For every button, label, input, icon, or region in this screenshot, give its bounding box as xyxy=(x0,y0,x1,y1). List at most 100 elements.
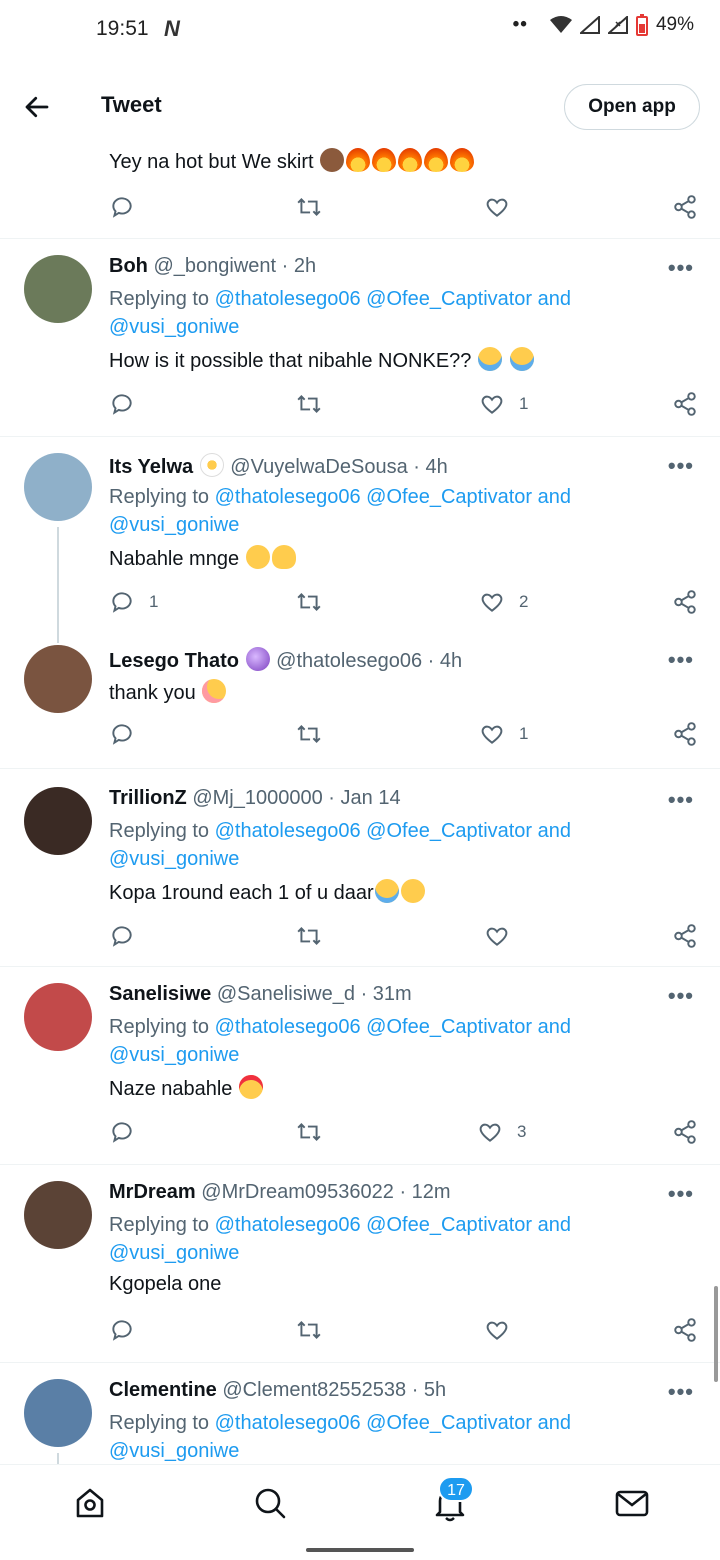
avatar[interactable] xyxy=(24,453,92,521)
mention-link[interactable]: @vusi_goniwe xyxy=(109,316,239,338)
user-name[interactable]: TrillionZ xyxy=(109,787,187,809)
more-options-button[interactable]: ••• xyxy=(668,787,694,813)
avatar[interactable] xyxy=(24,1181,92,1249)
user-handle[interactable]: @VuyelwaDeSousa xyxy=(230,456,407,478)
mention-link[interactable]: @Ofee_Captivator xyxy=(366,1016,532,1038)
more-options-button[interactable]: ••• xyxy=(668,1379,694,1405)
mention-link[interactable]: @vusi_goniwe xyxy=(109,1242,239,1264)
user-name[interactable]: Boh xyxy=(109,255,148,277)
user-name[interactable]: MrDream xyxy=(109,1181,196,1203)
reply-tweet[interactable]: Boh @_bongiwent · 2h ••• Replying to @th… xyxy=(0,239,720,437)
retweet-button[interactable] xyxy=(296,923,322,949)
share-button[interactable] xyxy=(672,923,698,949)
like-button[interactable] xyxy=(484,923,510,949)
user-handle[interactable]: @thatolesego06 xyxy=(276,650,422,672)
like-button[interactable]: 3 xyxy=(477,1119,526,1145)
share-button[interactable] xyxy=(672,1119,698,1145)
retweet-button[interactable] xyxy=(296,194,322,220)
avatar[interactable] xyxy=(24,645,92,713)
reply-icon xyxy=(112,394,132,415)
search-icon[interactable] xyxy=(250,1483,290,1523)
share-button[interactable] xyxy=(672,721,698,747)
retweet-button[interactable] xyxy=(296,1119,322,1145)
user-handle[interactable]: @Mj_1000000 xyxy=(192,787,322,809)
mention-link[interactable]: @thatolesego06 xyxy=(215,1016,361,1038)
mention-link[interactable]: @Ofee_Captivator xyxy=(366,486,532,508)
mention-link[interactable]: @thatolesego06 xyxy=(215,288,361,310)
replying-to: Replying to @thatolesego06 @Ofee_Captiva… xyxy=(109,288,572,338)
reply-tweet[interactable]: Sanelisiwe @Sanelisiwe_d · 31m ••• Reply… xyxy=(0,967,720,1165)
share-button[interactable] xyxy=(672,1317,698,1343)
avatar[interactable] xyxy=(24,255,92,323)
mention-link[interactable]: @vusi_goniwe xyxy=(109,514,239,536)
mention-link[interactable]: @Ofee_Captivator xyxy=(366,820,532,842)
user-handle[interactable]: @MrDream09536022 xyxy=(201,1181,394,1203)
mention-link[interactable]: @Ofee_Captivator xyxy=(366,288,532,310)
user-handle[interactable]: @Clement82552538 xyxy=(222,1379,406,1401)
reply-button[interactable] xyxy=(109,923,135,949)
like-button[interactable]: 1 xyxy=(479,391,528,417)
mention-link[interactable]: @thatolesego06 xyxy=(215,486,361,508)
user-name[interactable]: Its Yelwa xyxy=(109,456,193,478)
reply-tweet[interactable]: TrillionZ @Mj_1000000 · Jan 14 ••• Reply… xyxy=(0,769,720,967)
mention-link[interactable]: @vusi_goniwe xyxy=(109,848,239,870)
retweet-button[interactable] xyxy=(296,391,322,417)
avatar[interactable] xyxy=(24,787,92,855)
mention-link[interactable]: @thatolesego06 xyxy=(215,1214,361,1236)
like-button[interactable] xyxy=(484,194,510,220)
more-options-button[interactable]: ••• xyxy=(668,983,694,1009)
user-handle[interactable]: @_bongiwent xyxy=(153,255,276,277)
heart-icon xyxy=(481,395,503,414)
scrollbar[interactable] xyxy=(714,1286,718,1382)
like-button[interactable] xyxy=(484,1317,510,1343)
messages-mail-icon[interactable] xyxy=(612,1483,652,1523)
reply-icon xyxy=(112,592,132,613)
retweet-button[interactable] xyxy=(296,589,322,615)
reply-button[interactable] xyxy=(109,1119,135,1145)
reply-tweet[interactable]: Lesego Thato @thatolesego06 · 4h ••• tha… xyxy=(0,633,720,769)
reply-tweet[interactable]: Its Yelwa @VuyelwaDeSousa · 4h ••• Reply… xyxy=(0,437,720,643)
reply-feed[interactable]: Yey na hot but We skirt Boh @_bongiwent … xyxy=(0,140,720,1464)
reply-icon xyxy=(112,724,132,745)
mention-link[interactable]: @thatolesego06 xyxy=(215,1412,361,1434)
tweet-time: · 5h xyxy=(411,1379,447,1401)
home-icon[interactable] xyxy=(70,1483,110,1523)
share-button[interactable] xyxy=(672,391,698,417)
retweet-button[interactable] xyxy=(296,1317,322,1343)
avatar[interactable] xyxy=(24,983,92,1051)
reply-button[interactable] xyxy=(109,721,135,747)
like-button[interactable]: 2 xyxy=(479,589,528,615)
retweet-button[interactable] xyxy=(296,721,322,747)
user-name[interactable]: Lesego Thato xyxy=(109,650,239,672)
open-app-button[interactable]: Open app xyxy=(564,84,700,130)
heart-icon xyxy=(481,725,503,744)
mention-link[interactable]: @Ofee_Captivator xyxy=(366,1214,532,1236)
mention-link[interactable]: @Ofee_Captivator xyxy=(366,1412,532,1434)
reply-tweet[interactable]: MrDream @MrDream09536022 · 12m ••• Reply… xyxy=(0,1165,720,1363)
more-options-button[interactable]: ••• xyxy=(668,453,694,479)
more-options-button[interactable]: ••• xyxy=(668,647,694,673)
tweet-time: · Jan 14 xyxy=(328,787,401,809)
mention-link[interactable]: @vusi_goniwe xyxy=(109,1044,239,1066)
status-time: 19:51 xyxy=(96,17,149,40)
user-name[interactable]: Sanelisiwe xyxy=(109,983,211,1005)
mention-link[interactable]: @vusi_goniwe xyxy=(109,1440,239,1462)
like-count: 3 xyxy=(517,1122,527,1141)
share-button[interactable] xyxy=(672,194,698,220)
back-arrow-icon[interactable] xyxy=(22,92,52,122)
gesture-home-indicator[interactable] xyxy=(306,1548,414,1552)
more-options-button[interactable]: ••• xyxy=(668,1181,694,1207)
more-options-button[interactable]: ••• xyxy=(668,255,694,281)
like-button[interactable]: 1 xyxy=(479,721,528,747)
mention-link[interactable]: @thatolesego06 xyxy=(215,820,361,842)
tweet-actions: 1 xyxy=(0,721,720,751)
reply-button[interactable] xyxy=(109,1317,135,1343)
reply-tweet[interactable]: Clementine @Clement82552538 · 5h ••• Rep… xyxy=(0,1363,720,1464)
reply-button[interactable]: 1 xyxy=(109,589,158,615)
user-handle[interactable]: @Sanelisiwe_d xyxy=(217,983,355,1005)
reply-button[interactable] xyxy=(109,391,149,417)
share-button[interactable] xyxy=(672,589,698,615)
avatar[interactable] xyxy=(24,1379,92,1447)
user-name[interactable]: Clementine xyxy=(109,1379,217,1401)
reply-button[interactable] xyxy=(109,194,135,220)
